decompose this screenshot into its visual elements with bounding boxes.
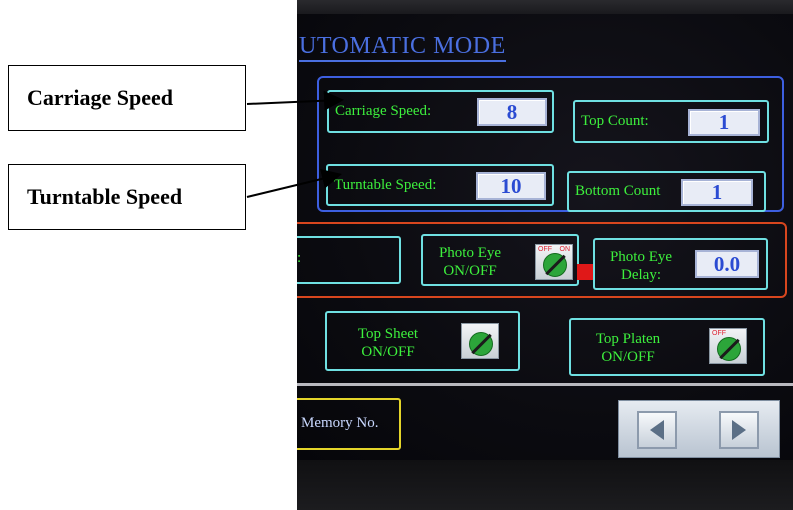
- top-sheet-toggle[interactable]: Top Sheet ON/OFF: [325, 311, 520, 371]
- switch-knob: [543, 253, 567, 277]
- carriage-speed-label: Carriage Speed:: [335, 103, 432, 119]
- blank-field[interactable]: :: [297, 236, 401, 284]
- callout-turntable-speed: Turntable Speed: [8, 164, 246, 230]
- photo-eye-label: Photo Eye ON/OFF: [431, 244, 509, 280]
- top-platen-label: Top Platen ON/OFF: [585, 330, 671, 366]
- bottom-count-field[interactable]: Bottom Count 1: [567, 171, 766, 212]
- hmi-screen: UTOMATIC MODE Carriage Speed: 8 Top Coun…: [297, 14, 793, 464]
- photo-eye-toggle[interactable]: Photo Eye ON/OFF OFF ON: [421, 234, 579, 286]
- hmi-panel-photo: UTOMATIC MODE Carriage Speed: 8 Top Coun…: [297, 0, 793, 510]
- turntable-speed-value[interactable]: 10: [476, 172, 546, 200]
- callout-turntable-speed-text: Turntable Speed: [27, 184, 183, 209]
- bezel-bottom: [297, 460, 793, 510]
- triangle-left-icon: [650, 420, 664, 440]
- switch-off-text: OFF: [712, 330, 726, 337]
- photo-eye-delay-label-line2: Delay:: [621, 267, 661, 283]
- top-count-value[interactable]: 1: [688, 109, 760, 136]
- switch-on-text: ON: [559, 246, 571, 253]
- prev-page-button[interactable]: [637, 411, 677, 449]
- blank-field-label: :: [297, 250, 302, 266]
- rotary-switch-icon[interactable]: [461, 323, 499, 359]
- photo-eye-delay-field[interactable]: Photo Eye Delay: 0.0: [593, 238, 768, 290]
- photo-eye-label-line2: ON/OFF: [443, 263, 497, 279]
- top-platen-toggle[interactable]: Top Platen ON/OFF OFF: [569, 318, 765, 376]
- carriage-speed-value[interactable]: 8: [477, 98, 547, 126]
- top-count-field[interactable]: Top Count: 1: [573, 100, 769, 143]
- rotary-switch-icon[interactable]: OFF ON: [535, 244, 573, 280]
- top-platen-label-line2: ON/OFF: [601, 349, 655, 365]
- photo-eye-label-line1: Photo Eye: [438, 245, 502, 261]
- switch-knob: [469, 332, 493, 356]
- photo-eye-delay-value[interactable]: 0.0: [695, 250, 759, 278]
- turntable-speed-label: Turntable Speed:: [334, 176, 437, 193]
- bottom-count-label: Bottom Count: [575, 183, 661, 199]
- memory-no-button[interactable]: Memory No.: [297, 398, 401, 450]
- switch-knob: [717, 337, 741, 361]
- memory-no-label: Memory No.: [301, 415, 379, 431]
- mode-title: UTOMATIC MODE: [299, 32, 506, 62]
- top-sheet-label: Top Sheet ON/OFF: [345, 325, 431, 361]
- switch-off-text: OFF: [538, 246, 552, 253]
- screen-divider: [297, 383, 793, 386]
- photo-eye-indicator: [577, 264, 593, 280]
- top-sheet-label-line1: Top Sheet: [357, 326, 419, 342]
- rotary-switch-icon[interactable]: OFF: [709, 328, 747, 364]
- top-platen-label-line1: Top Platen: [595, 331, 661, 347]
- bottom-count-value[interactable]: 1: [681, 179, 753, 206]
- callout-carriage-speed-text: Carriage Speed: [27, 85, 174, 110]
- top-count-label: Top Count:: [581, 113, 649, 129]
- turntable-speed-field[interactable]: Turntable Speed: 10: [326, 164, 554, 206]
- carriage-speed-field[interactable]: Carriage Speed: 8: [327, 90, 554, 133]
- callout-carriage-speed: Carriage Speed: [8, 65, 246, 131]
- top-sheet-label-line2: ON/OFF: [361, 344, 415, 360]
- photo-eye-delay-label: Photo Eye Delay:: [601, 248, 681, 284]
- nav-panel: [618, 400, 780, 458]
- photo-eye-delay-label-line1: Photo Eye: [609, 249, 673, 265]
- next-page-button[interactable]: [719, 411, 759, 449]
- triangle-right-icon: [732, 420, 746, 440]
